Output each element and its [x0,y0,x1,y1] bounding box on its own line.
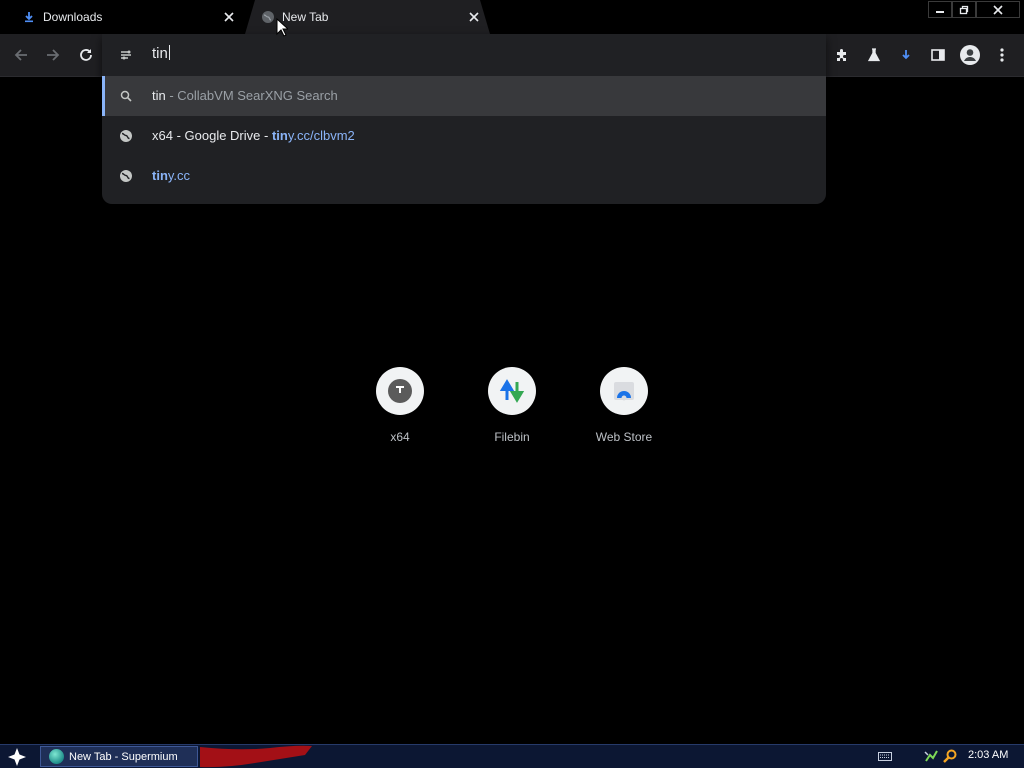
star-logo-icon [8,747,26,766]
shortcut-label: x64 [390,430,410,444]
taskbar-window-label: New Tab - Supermium [69,750,178,763]
side-panel-button[interactable] [926,43,950,67]
download-icon [22,10,36,24]
globe-icon [261,10,275,24]
minimize-button[interactable] [928,1,952,18]
taskbar: New Tab - Supermium 2:03 AM [0,744,1024,768]
supermium-icon [49,749,64,764]
tab-title: New Tab [282,10,329,24]
globe-icon [118,128,134,144]
extensions-button[interactable] [830,43,854,67]
restore-button[interactable] [952,1,976,18]
download-icon [902,50,910,60]
tab-close-icon[interactable] [466,9,482,25]
address-input[interactable]: tin [152,45,170,62]
restore-icon [959,5,969,14]
tab-title: Downloads [43,10,103,24]
shortcut-icon-circle [488,367,536,415]
search-icon [118,88,134,104]
reload-icon [80,49,92,61]
text-caret [168,45,170,60]
tab-close-icon[interactable] [221,9,237,25]
profile-icon [960,45,980,65]
side-panel-icon [931,49,945,61]
extensions-icon [837,49,846,61]
taskbar-window-button[interactable]: New Tab - Supermium [40,746,198,767]
shortcut-label: Web Store [595,430,653,444]
taskbar-clock: 2:03 AM [968,749,1009,761]
tab-strip: Downloads New Tab [0,0,1024,34]
back-button[interactable] [9,43,33,67]
forward-button[interactable] [41,43,65,67]
omnibox-dropdown: tin tin - CollabVM SearXNG Search x64 - … [102,34,826,204]
taskbar-decoration [200,745,312,768]
web-store-icon [614,382,634,401]
shortcut-icon-circle [376,367,424,415]
close-icon [993,4,1003,15]
shortcut-label: Filebin [494,430,530,444]
tab-downloads[interactable]: Downloads [0,0,245,34]
address-bar[interactable]: tin [102,34,826,76]
menu-icon [1000,48,1004,62]
shortcut-filebin[interactable]: Filebin [456,367,568,457]
suggestion-search[interactable]: tin - CollabVM SearXNG Search [102,76,826,116]
globe-icon [118,168,134,184]
keyboard-icon[interactable] [878,752,892,761]
labs-button[interactable] [862,43,886,67]
suggestion-text: tin - CollabVM SearXNG Search [152,88,338,103]
forward-arrow-icon [47,49,60,61]
suggestion-text: tiny.cc [152,168,191,183]
shortcut-icon-circle [600,367,648,415]
suggestion-url[interactable]: tiny.cc [102,156,826,196]
window-close-button[interactable] [976,1,1020,18]
mouse-cursor-icon [276,18,288,37]
site-info-icon[interactable] [118,47,134,63]
suggestion-history[interactable]: x64 - Google Drive - tiny.cc/clbvm2 [102,116,826,156]
reload-button[interactable] [74,43,98,67]
x64-logo-icon [388,379,412,403]
search-icon[interactable] [942,748,958,764]
network-icon[interactable] [923,748,939,764]
back-arrow-icon [14,49,27,61]
profile-button[interactable] [958,43,982,67]
menu-button[interactable] [990,43,1014,67]
labs-icon [867,48,881,62]
shortcut-web-store[interactable]: Web Store [568,367,680,457]
filebin-arrows-icon [499,379,525,403]
downloads-button[interactable] [894,43,918,67]
shortcut-x64[interactable]: x64 [344,367,456,457]
suggestion-text: x64 - Google Drive - tiny.cc/clbvm2 [152,128,355,143]
start-button[interactable] [4,746,30,767]
minimize-icon [936,10,944,13]
